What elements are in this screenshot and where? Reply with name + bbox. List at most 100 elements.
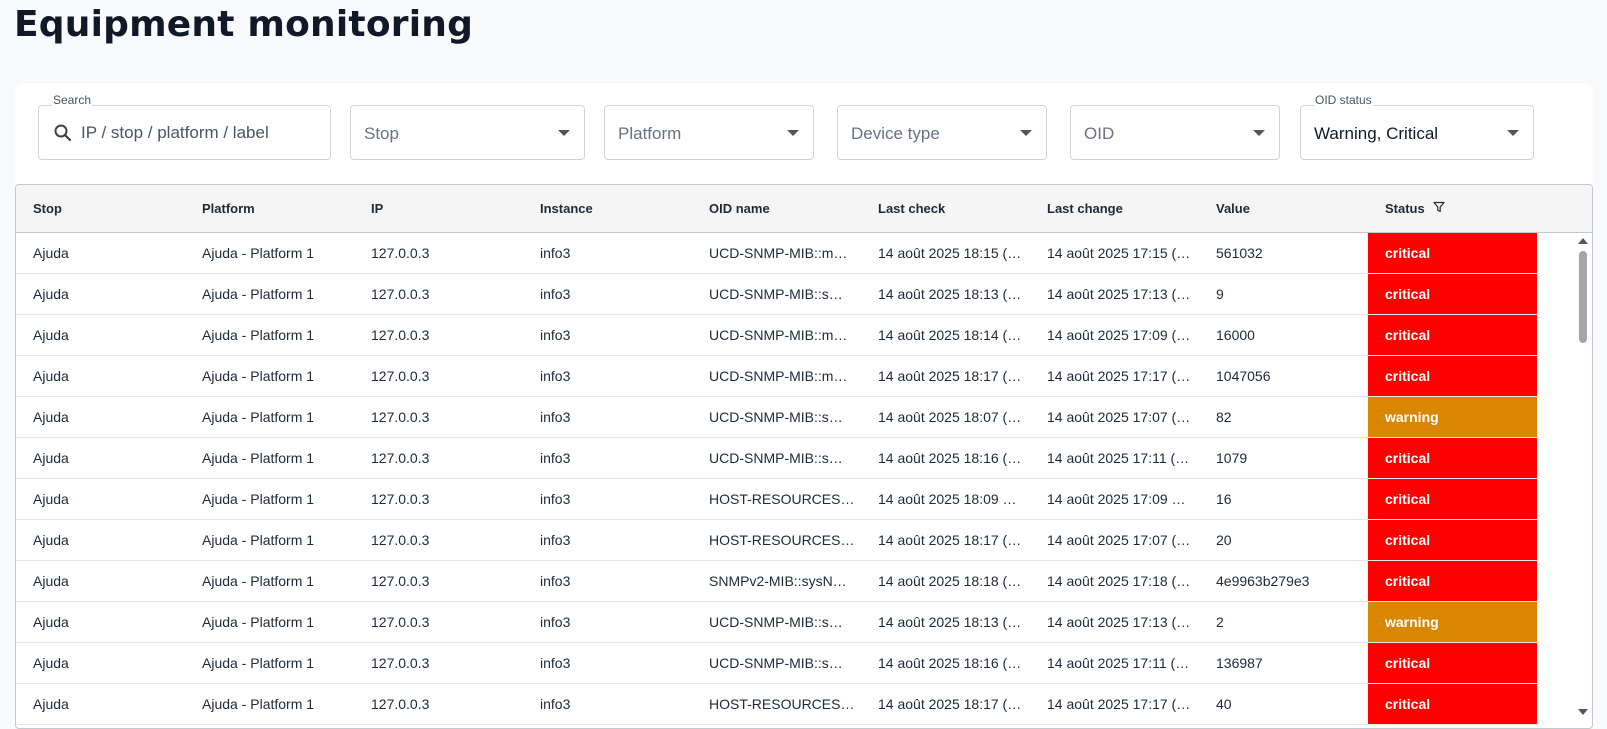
cell-last-check: 14 août 2025 18:18 (… bbox=[878, 573, 1022, 589]
cell-platform: Ajuda - Platform 1 bbox=[202, 696, 315, 712]
cell-platform: Ajuda - Platform 1 bbox=[202, 573, 315, 589]
cell-value: 82 bbox=[1216, 409, 1232, 425]
vertical-scrollbar[interactable] bbox=[1574, 233, 1592, 715]
column-header-last-check[interactable]: Last check bbox=[861, 185, 1030, 232]
table-row[interactable]: Ajuda Ajuda - Platform 1 127.0.0.3 info3 HOS… bbox=[16, 479, 1537, 520]
status-badge: critical bbox=[1368, 643, 1537, 683]
table-row[interactable]: Ajuda Ajuda - Platform 1 127.0.0.3 info3 UCD… bbox=[16, 602, 1537, 643]
cell-last-change: 14 août 2025 17:07 (… bbox=[1047, 532, 1191, 548]
oid-status-select[interactable]: OID status Warning, Critical bbox=[1300, 93, 1534, 160]
cell-last-check: 14 août 2025 18:07 (… bbox=[878, 409, 1022, 425]
table-row[interactable]: Ajuda Ajuda - Platform 1 127.0.0.3 info3 UCD… bbox=[16, 397, 1537, 438]
cell-last-check: 14 août 2025 18:15 (… bbox=[878, 245, 1022, 261]
cell-value: 2 bbox=[1216, 614, 1224, 630]
cell-oid-name: UCD-SNMP-MIB::s… bbox=[709, 450, 843, 466]
cell-last-change: 14 août 2025 17:17 (… bbox=[1047, 368, 1191, 384]
cell-value: 40 bbox=[1216, 696, 1232, 712]
monitoring-card: Search Stop Platform Device type OID bbox=[15, 84, 1593, 729]
status-badge: warning bbox=[1368, 397, 1537, 437]
table-row[interactable]: Ajuda Ajuda - Platform 1 127.0.0.3 info3 HOS… bbox=[16, 520, 1537, 561]
platform-placeholder: Platform bbox=[618, 124, 682, 143]
column-header-last-change[interactable]: Last change bbox=[1030, 185, 1199, 232]
column-header-ip[interactable]: IP bbox=[354, 185, 523, 232]
search-icon bbox=[53, 123, 73, 143]
status-badge: critical bbox=[1368, 438, 1537, 478]
cell-last-change: 14 août 2025 17:11 (… bbox=[1047, 655, 1190, 671]
cell-last-change: 14 août 2025 17:15 (… bbox=[1047, 245, 1191, 261]
scroll-down-icon[interactable] bbox=[1578, 709, 1588, 715]
cell-oid-name: UCD-SNMP-MIB::s… bbox=[709, 409, 843, 425]
cell-stop: Ajuda bbox=[33, 532, 69, 548]
cell-last-check: 14 août 2025 18:16 (… bbox=[878, 450, 1022, 466]
device-type-select[interactable]: Device type bbox=[837, 105, 1047, 160]
cell-stop: Ajuda bbox=[33, 696, 69, 712]
cell-value: 561032 bbox=[1216, 245, 1263, 261]
column-header-status[interactable]: Status bbox=[1368, 185, 1537, 232]
cell-stop: Ajuda bbox=[33, 573, 69, 589]
cell-instance: info3 bbox=[540, 655, 571, 671]
cell-last-change: 14 août 2025 17:07 (… bbox=[1047, 409, 1191, 425]
search-field[interactable]: Search bbox=[38, 93, 331, 160]
cell-last-change: 14 août 2025 17:13 (… bbox=[1047, 614, 1191, 630]
search-input[interactable] bbox=[79, 116, 319, 150]
table-row[interactable]: Ajuda Ajuda - Platform 1 127.0.0.3 info3 UCD… bbox=[16, 356, 1537, 397]
table-row[interactable]: Ajuda Ajuda - Platform 1 127.0.0.3 info3 SNM… bbox=[16, 561, 1537, 602]
cell-stop: Ajuda bbox=[33, 450, 69, 466]
cell-value: 16000 bbox=[1216, 327, 1255, 343]
cell-last-check: 14 août 2025 18:16 (… bbox=[878, 655, 1022, 671]
platform-select[interactable]: Platform bbox=[604, 105, 814, 160]
status-badge: critical bbox=[1368, 561, 1537, 601]
cell-stop: Ajuda bbox=[33, 409, 69, 425]
cell-last-check: 14 août 2025 18:09 … bbox=[878, 491, 1017, 507]
table-row[interactable]: Ajuda Ajuda - Platform 1 127.0.0.3 info3 UCD… bbox=[16, 315, 1537, 356]
cell-stop: Ajuda bbox=[33, 286, 69, 302]
status-badge: critical bbox=[1368, 479, 1537, 519]
cell-last-change: 14 août 2025 17:17 (… bbox=[1047, 696, 1191, 712]
cell-platform: Ajuda - Platform 1 bbox=[202, 286, 315, 302]
filter-icon[interactable] bbox=[1433, 185, 1445, 232]
cell-stop: Ajuda bbox=[33, 368, 69, 384]
table-row[interactable]: Ajuda Ajuda - Platform 1 127.0.0.3 info3 UCD… bbox=[16, 274, 1537, 315]
cell-instance: info3 bbox=[540, 368, 571, 384]
table-row[interactable]: Ajuda Ajuda - Platform 1 127.0.0.3 info3 UCD… bbox=[16, 643, 1537, 684]
cell-instance: info3 bbox=[540, 573, 571, 589]
oid-status-label: OID status bbox=[1314, 93, 1373, 107]
equipment-table: Stop Platform IP Instance OID name Last … bbox=[15, 184, 1593, 729]
column-header-instance[interactable]: Instance bbox=[523, 185, 692, 232]
cell-ip: 127.0.0.3 bbox=[371, 491, 430, 507]
cell-last-change: 14 août 2025 17:18 (… bbox=[1047, 573, 1191, 589]
cell-oid-name: HOST-RESOURCES… bbox=[709, 532, 855, 548]
table-row[interactable]: Ajuda Ajuda - Platform 1 127.0.0.3 info3 UCD… bbox=[16, 438, 1537, 479]
filter-bar: Search Stop Platform Device type OID bbox=[15, 84, 1593, 184]
cell-last-change: 14 août 2025 17:11 (… bbox=[1047, 450, 1190, 466]
status-header-label: Status bbox=[1385, 201, 1425, 216]
cell-last-check: 14 août 2025 18:17 (… bbox=[878, 532, 1022, 548]
scroll-up-icon[interactable] bbox=[1578, 238, 1588, 244]
chevron-down-icon bbox=[1253, 130, 1265, 136]
table-row[interactable]: Ajuda Ajuda - Platform 1 127.0.0.3 info3 UCD… bbox=[16, 233, 1537, 274]
cell-oid-name: UCD-SNMP-MIB::s… bbox=[709, 286, 843, 302]
cell-oid-name: UCD-SNMP-MIB::m… bbox=[709, 327, 848, 343]
cell-platform: Ajuda - Platform 1 bbox=[202, 245, 315, 261]
cell-oid-name: UCD-SNMP-MIB::s… bbox=[709, 614, 843, 630]
status-badge: critical bbox=[1368, 684, 1537, 724]
cell-instance: info3 bbox=[540, 696, 571, 712]
oid-status-value: Warning, Critical bbox=[1314, 124, 1439, 143]
column-header-value[interactable]: Value bbox=[1199, 185, 1368, 232]
stop-select[interactable]: Stop bbox=[350, 105, 585, 160]
oid-select[interactable]: OID bbox=[1070, 105, 1280, 160]
cell-value: 16 bbox=[1216, 491, 1232, 507]
column-header-platform[interactable]: Platform bbox=[185, 185, 354, 232]
device-type-placeholder: Device type bbox=[851, 124, 940, 143]
table-row[interactable]: Ajuda Ajuda - Platform 1 127.0.0.3 info3 HOS… bbox=[16, 684, 1537, 725]
cell-ip: 127.0.0.3 bbox=[371, 532, 430, 548]
cell-ip: 127.0.0.3 bbox=[371, 614, 430, 630]
scrollbar-thumb[interactable] bbox=[1579, 251, 1587, 343]
chevron-down-icon bbox=[1507, 130, 1519, 136]
stop-placeholder: Stop bbox=[364, 124, 399, 143]
cell-ip: 127.0.0.3 bbox=[371, 327, 430, 343]
column-header-oid-name[interactable]: OID name bbox=[692, 185, 861, 232]
cell-ip: 127.0.0.3 bbox=[371, 245, 430, 261]
cell-value: 1079 bbox=[1216, 450, 1248, 466]
column-header-stop[interactable]: Stop bbox=[16, 185, 185, 232]
